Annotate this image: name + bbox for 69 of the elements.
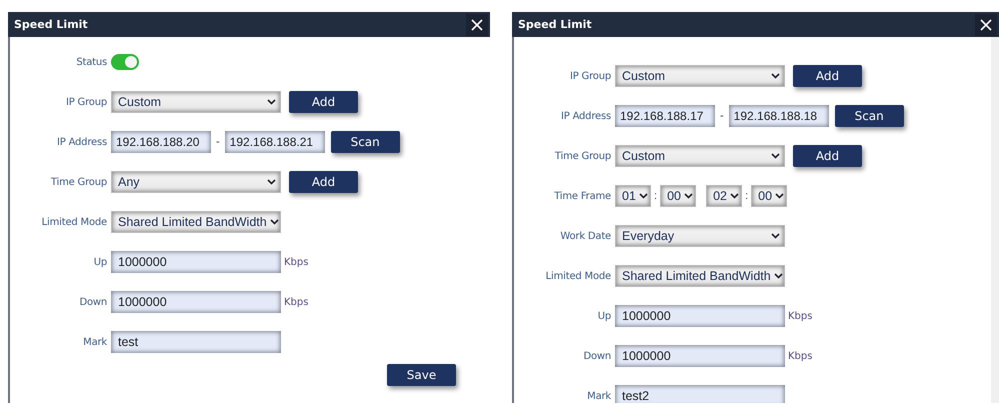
input-field[interactable]: test: [111, 331, 281, 353]
caret-icon: [267, 99, 276, 105]
minute-dropdown[interactable]: 00: [751, 185, 788, 207]
unit-label: Kbps: [788, 350, 812, 362]
field-label: Time Group: [50, 176, 108, 188]
field-label: Work Date: [559, 230, 612, 242]
field-label: Up: [92, 256, 108, 268]
unit-label: Kbps: [284, 296, 308, 308]
field-label: Mark: [82, 336, 108, 348]
input-field[interactable]: 1000000: [111, 251, 281, 273]
field-label: Down: [78, 296, 108, 308]
dropdown[interactable]: Custom: [615, 145, 785, 167]
add-button[interactable]: Add: [793, 65, 862, 87]
dropdown[interactable]: Any: [111, 171, 281, 193]
input-field[interactable]: 192.168.188.18: [728, 105, 829, 127]
field-label: Limited Mode: [40, 216, 108, 228]
caret-icon: [771, 153, 780, 159]
close-icon[interactable]: [466, 14, 488, 36]
input-field[interactable]: 192.168.188.20: [111, 131, 211, 153]
field-label: IP Group: [568, 70, 612, 82]
dropdown[interactable]: Everyday: [615, 225, 785, 247]
save-button[interactable]: Save: [387, 364, 456, 386]
caret-icon: [730, 193, 739, 199]
dropdown[interactable]: Shared Limited BandWidth: [615, 265, 785, 287]
caret-icon: [638, 193, 648, 199]
unit-label: Kbps: [788, 310, 812, 322]
hour-dropdown[interactable]: 01: [615, 185, 651, 207]
scan-button[interactable]: Scan: [834, 105, 904, 127]
caret-icon: [684, 193, 693, 199]
dropdown[interactable]: Shared Limited BandWidth: [111, 211, 281, 233]
field-label: Down: [582, 350, 612, 362]
dialog-title: Speed Limit: [518, 18, 592, 31]
field-label: IP Address: [560, 110, 612, 122]
close-icon[interactable]: [975, 14, 997, 36]
input-field[interactable]: test2: [615, 385, 785, 403]
field-label: Up: [596, 310, 612, 322]
dialog-title: Speed Limit: [14, 18, 88, 31]
field-label: IP Address: [56, 136, 108, 148]
field-label: Status: [75, 56, 108, 68]
field-label: Time Frame: [553, 190, 612, 202]
toggle-switch[interactable]: [111, 54, 139, 70]
time-separator: :: [654, 190, 658, 202]
field-label: Mark: [586, 390, 612, 402]
hour-dropdown[interactable]: 02: [706, 185, 742, 207]
scan-button[interactable]: Scan: [330, 131, 400, 153]
input-field[interactable]: 192.168.188.17: [615, 105, 715, 127]
caret-icon: [771, 233, 780, 239]
range-separator: -: [216, 136, 220, 148]
time-separator: :: [745, 190, 748, 202]
add-button[interactable]: Add: [793, 145, 862, 167]
input-field[interactable]: 1000000: [615, 305, 785, 327]
caret-icon: [270, 219, 279, 225]
unit-label: Kbps: [284, 256, 308, 268]
caret-icon: [267, 179, 276, 185]
add-button[interactable]: Add: [289, 91, 358, 113]
input-field[interactable]: 1000000: [615, 345, 785, 367]
caret-icon: [771, 73, 780, 79]
minute-dropdown[interactable]: 00: [660, 185, 696, 207]
input-field[interactable]: 1000000: [111, 291, 281, 313]
dropdown[interactable]: Custom: [111, 91, 281, 113]
caret-icon: [775, 193, 784, 199]
dropdown[interactable]: Custom: [615, 65, 785, 87]
field-label: IP Group: [64, 96, 108, 108]
range-separator: -: [720, 110, 724, 122]
add-button[interactable]: Add: [289, 171, 358, 193]
input-field[interactable]: 192.168.188.21: [224, 131, 325, 153]
caret-icon: [774, 273, 783, 279]
field-label: Time Group: [554, 150, 612, 162]
field-label: Limited Mode: [544, 270, 612, 282]
